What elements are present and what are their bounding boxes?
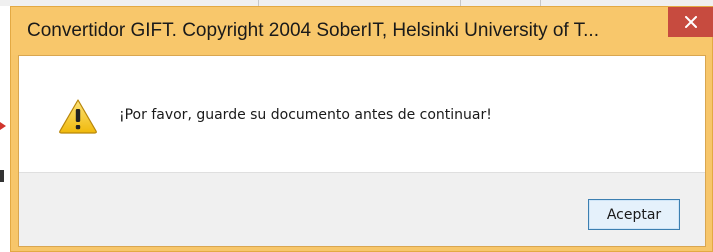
dialog-title: Convertidor GIFT. Copyright 2004 SoberIT… xyxy=(27,20,599,41)
dialog-titlebar[interactable]: Convertidor GIFT. Copyright 2004 SoberIT… xyxy=(11,7,713,55)
accept-button[interactable]: Aceptar xyxy=(588,199,680,230)
background-arrow-marker xyxy=(0,122,6,130)
message-area: ¡Por favor, guarde su documento antes de… xyxy=(19,56,705,172)
close-icon xyxy=(685,16,697,28)
message-dialog: Convertidor GIFT. Copyright 2004 SoberIT… xyxy=(10,6,713,252)
dialog-message: ¡Por favor, guarde su documento antes de… xyxy=(119,107,492,123)
warning-icon xyxy=(59,99,97,134)
background-glyph xyxy=(0,170,4,182)
dialog-button-bar: Aceptar xyxy=(19,172,705,246)
dialog-body: ¡Por favor, guarde su documento antes de… xyxy=(18,55,706,247)
close-button[interactable] xyxy=(668,7,713,37)
